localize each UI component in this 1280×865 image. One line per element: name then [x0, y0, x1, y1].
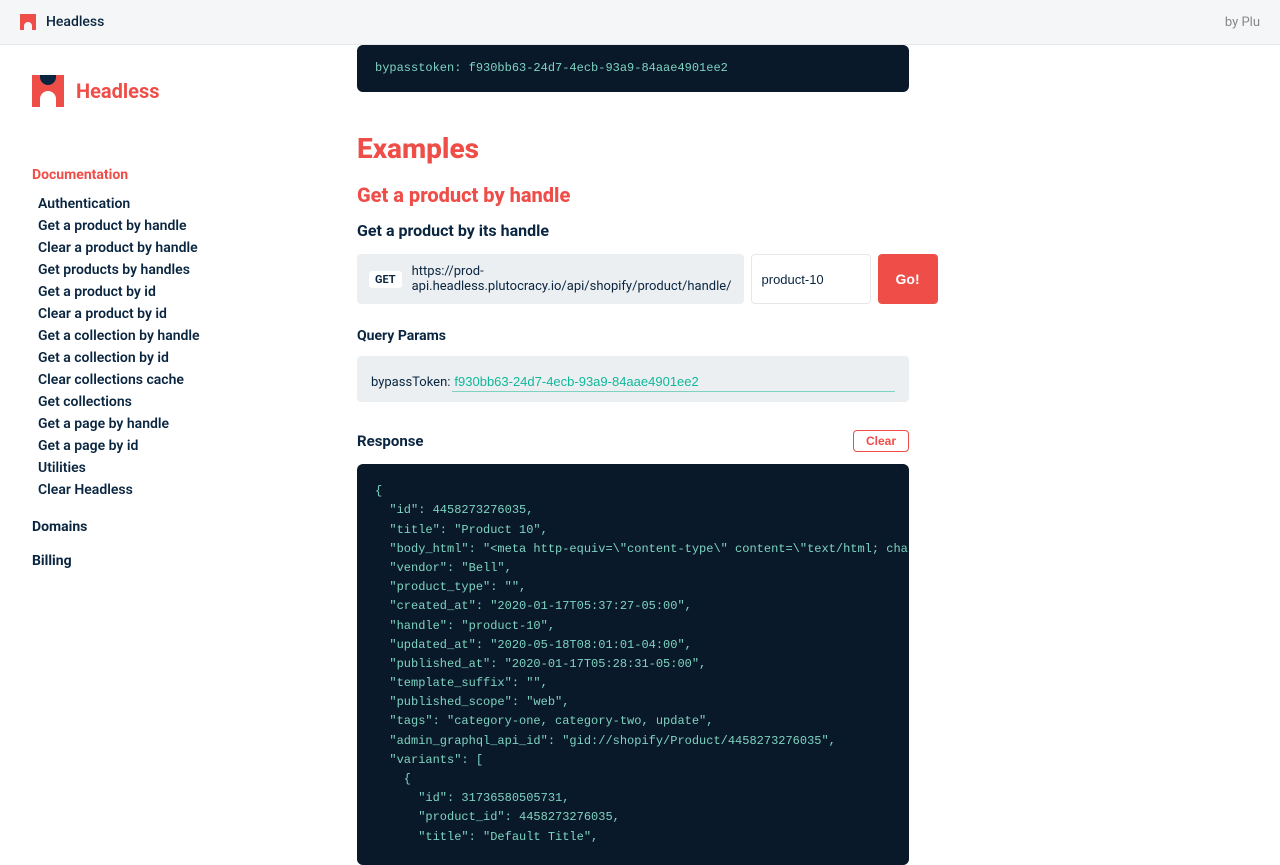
app-title: Headless: [46, 14, 104, 30]
sidebar-brand: Headless: [76, 79, 160, 103]
param-label-bypasstoken: bypassToken:: [371, 375, 450, 390]
heading-get-product-by-handle: Get a product by handle: [357, 183, 1280, 207]
nav-item-utilities[interactable]: Utilities: [32, 457, 305, 479]
response-header: Response Clear: [357, 430, 909, 452]
byline: by Plu: [1225, 15, 1260, 30]
nav-item-get-product-by-handle[interactable]: Get a product by handle: [32, 215, 305, 237]
nav-item-clear-product-by-id[interactable]: Clear a product by id: [32, 303, 305, 325]
nav-item-clear-headless[interactable]: Clear Headless: [32, 479, 305, 501]
request-url: https://prod-api.headless.plutocracy.io/…: [412, 264, 732, 294]
heading-response: Response: [357, 432, 424, 450]
nav-item-get-product-by-id[interactable]: Get a product by id: [32, 281, 305, 303]
nav-item-get-collection-by-handle[interactable]: Get a collection by handle: [32, 325, 305, 347]
query-params-box: bypassToken:: [357, 356, 909, 402]
sidebar: Headless Documentation Authentication Ge…: [0, 45, 335, 865]
clear-button[interactable]: Clear: [853, 430, 909, 452]
nav-item-get-page-by-handle[interactable]: Get a page by handle: [32, 413, 305, 435]
request-box: GET https://prod-api.headless.plutocracy…: [357, 254, 744, 304]
nav-item-get-page-by-id[interactable]: Get a page by id: [32, 435, 305, 457]
topbar-left: Headless: [20, 14, 104, 30]
method-badge: GET: [369, 271, 402, 288]
nav-section-documentation[interactable]: Documentation: [32, 167, 305, 183]
nav-item-get-products-by-handles[interactable]: Get products by handles: [32, 259, 305, 281]
nav-item-get-collection-by-id[interactable]: Get a collection by id: [32, 347, 305, 369]
top-code-block: bypasstoken: f930bb63-24d7-4ecb-93a9-84a…: [357, 45, 909, 92]
response-body: { "id": 4458273276035, "title": "Product…: [357, 464, 909, 865]
go-button[interactable]: Go!: [878, 254, 938, 304]
main-content: bypasstoken: f930bb63-24d7-4ecb-93a9-84a…: [335, 45, 1280, 865]
nav-section-billing[interactable]: Billing: [32, 553, 305, 569]
nav-item-clear-product-by-handle[interactable]: Clear a product by handle: [32, 237, 305, 259]
request-row: GET https://prod-api.headless.plutocracy…: [357, 254, 909, 304]
app-logo-icon: [20, 14, 36, 30]
topbar: Headless by Plu: [0, 0, 1280, 45]
heading-query-params: Query Params: [357, 328, 1280, 344]
nav-item-get-collections[interactable]: Get collections: [32, 391, 305, 413]
sidebar-header: Headless: [32, 75, 305, 107]
heading-examples: Examples: [357, 132, 1280, 165]
nav-section-domains[interactable]: Domains: [32, 519, 305, 535]
nav-item-authentication[interactable]: Authentication: [32, 193, 305, 215]
subheading-get-product-by-its-handle: Get a product by its handle: [357, 221, 1280, 240]
param-input-bypasstoken[interactable]: [452, 372, 895, 392]
nav-item-clear-collections-cache[interactable]: Clear collections cache: [32, 369, 305, 391]
handle-input[interactable]: [751, 254, 871, 304]
sidebar-logo-icon: [32, 75, 64, 107]
